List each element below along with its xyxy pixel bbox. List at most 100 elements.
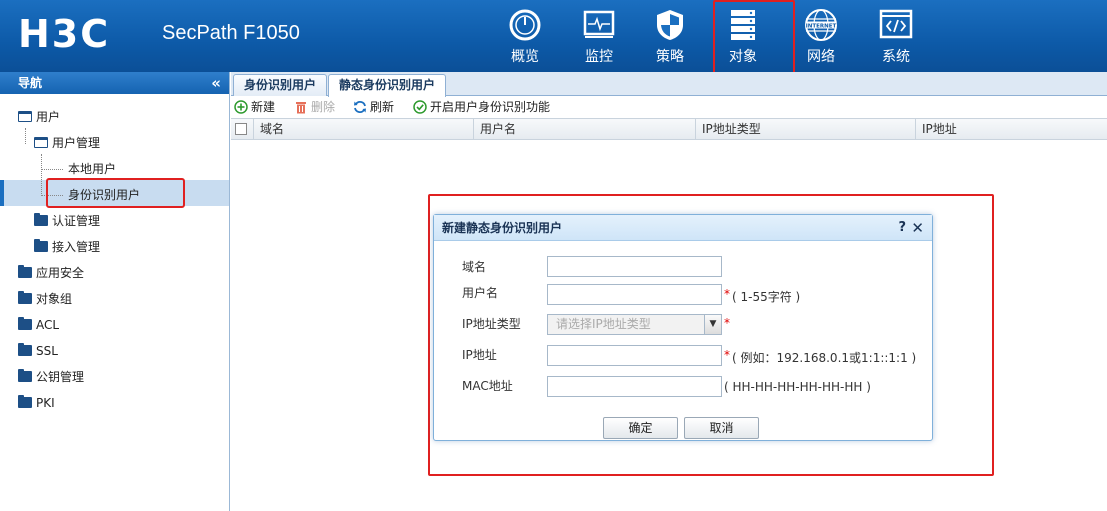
mac-hint: ( HH-HH-HH-HH-HH-HH ) <box>724 380 871 394</box>
column-username[interactable]: 用户名 <box>473 119 695 139</box>
delete-label: 删除 <box>311 100 336 114</box>
mac-input[interactable] <box>547 376 722 397</box>
enable-identity-label: 开启用户身份识别功能 <box>430 100 551 114</box>
sidebar-item-label: 接入管理 <box>52 240 101 254</box>
nav-system[interactable]: 系统 <box>866 8 926 68</box>
main-content: 身份识别用户 静态身份识别用户 新建 删除 刷新 开启用户身份识别功能 域名 用… <box>231 72 1107 511</box>
trash-icon <box>296 102 306 114</box>
sidebar-title: 导航 <box>18 76 43 90</box>
new-button[interactable]: 新建 <box>234 96 275 118</box>
tab-bar: 身份识别用户 静态身份识别用户 <box>231 72 1107 97</box>
mac-label: MAC地址 <box>462 379 513 393</box>
select-all-checkbox[interactable] <box>235 123 247 135</box>
sidebar: 导航 « 用户 用户管理 本地用户 身份识别用户 认证管理 接入管理 应用安全 … <box>0 72 230 511</box>
ip-type-label: IP地址类型 <box>462 317 521 331</box>
dialog-title-bar: 新建静态身份识别用户 ? ✕ <box>434 215 932 241</box>
enable-identity-button[interactable]: 开启用户身份识别功能 <box>413 96 550 118</box>
tab-identity-user[interactable]: 身份识别用户 <box>233 74 328 96</box>
refresh-icon <box>354 101 366 113</box>
plus-circle-icon <box>234 100 248 114</box>
folder-icon <box>18 291 32 304</box>
sidebar-item-label: ACL <box>36 318 60 332</box>
refresh-label: 刷新 <box>370 100 395 114</box>
required-mark: * <box>724 287 730 301</box>
sidebar-item-pki[interactable]: PKI <box>18 392 55 414</box>
dialog-title: 新建静态身份识别用户 <box>442 221 563 235</box>
folder-open-icon <box>34 137 48 148</box>
ip-address-label: IP地址 <box>462 348 497 362</box>
folder-icon <box>18 343 32 356</box>
username-label: 用户名 <box>462 286 499 300</box>
nav-overview[interactable]: 概览 <box>495 8 555 68</box>
sidebar-item-app-security[interactable]: 应用安全 <box>18 262 84 284</box>
nav-network[interactable]: INTERNET 网络 <box>791 8 851 68</box>
svg-text:INTERNET: INTERNET <box>806 24 837 30</box>
folder-icon <box>18 317 32 330</box>
folder-icon <box>18 369 32 382</box>
new-static-identity-user-dialog: 新建静态身份识别用户 ? ✕ 域名 用户名 * ( 1-55字符 ) IP地址类… <box>433 214 933 441</box>
username-hint: ( 1-55字符 ) <box>732 290 801 304</box>
check-circle-icon <box>413 100 427 114</box>
sidebar-header: 导航 « <box>0 72 229 94</box>
monitor-icon <box>583 10 615 38</box>
ok-button[interactable]: 确定 <box>603 417 678 439</box>
toolbar: 新建 删除 刷新 开启用户身份识别功能 <box>231 96 1107 118</box>
refresh-button[interactable]: 刷新 <box>353 96 394 118</box>
sidebar-item-public-key[interactable]: 公钥管理 <box>18 366 84 388</box>
nav-label: 系统 <box>882 49 910 65</box>
required-mark: * <box>724 348 730 362</box>
username-input[interactable] <box>547 284 722 305</box>
sidebar-item-label: 公钥管理 <box>36 370 85 384</box>
shield-icon <box>657 10 683 40</box>
nav-label: 概览 <box>511 49 539 65</box>
product-name: SecPath F1050 <box>162 22 300 44</box>
folder-icon <box>34 213 48 226</box>
sidebar-item-user[interactable]: 用户 <box>18 106 60 128</box>
column-domain[interactable]: 域名 <box>253 119 473 139</box>
code-window-icon <box>879 9 913 39</box>
sidebar-item-access-management[interactable]: 接入管理 <box>34 236 100 258</box>
domain-input[interactable] <box>547 256 722 277</box>
folder-icon <box>18 395 32 408</box>
new-label: 新建 <box>251 100 276 114</box>
sidebar-item-acl[interactable]: ACL <box>18 314 59 336</box>
sidebar-item-label: 应用安全 <box>36 266 85 280</box>
sidebar-item-auth-management[interactable]: 认证管理 <box>34 210 100 232</box>
ip-address-input[interactable] <box>547 345 722 366</box>
sidebar-item-label: 本地用户 <box>68 162 117 176</box>
ip-type-select[interactable]: 请选择IP地址类型 ▼ <box>547 314 722 335</box>
delete-button[interactable]: 删除 <box>294 96 335 118</box>
sidebar-item-object-group[interactable]: 对象组 <box>18 288 72 310</box>
sidebar-item-user-management[interactable]: 用户管理 <box>34 132 100 154</box>
h3c-logo: H3C <box>18 14 110 54</box>
svg-text:H3C: H3C <box>18 14 110 54</box>
gauge-icon <box>509 9 541 41</box>
chevron-down-icon[interactable]: ▼ <box>704 315 721 334</box>
tab-static-identity-user[interactable]: 静态身份识别用户 <box>328 74 447 97</box>
sidebar-highlight-box <box>46 178 185 208</box>
column-ip-address[interactable]: IP地址 <box>915 119 1107 139</box>
internet-globe-icon: INTERNET <box>805 9 837 41</box>
ip-type-placeholder: 请选择IP地址类型 <box>556 317 651 331</box>
sidebar-item-label: 认证管理 <box>52 214 101 228</box>
nav-monitor[interactable]: 监控 <box>569 8 629 68</box>
cancel-button[interactable]: 取消 <box>684 417 759 439</box>
ip-address-hint: ( 例如：192.168.0.1或1:1::1:1 ) <box>732 351 917 365</box>
nav-label: 监控 <box>585 49 613 65</box>
nav-label: 策略 <box>656 49 684 65</box>
sidebar-item-local-user[interactable]: 本地用户 <box>68 158 116 180</box>
folder-icon <box>34 239 48 252</box>
table-header: 域名 用户名 IP地址类型 IP地址 <box>231 118 1107 140</box>
folder-icon <box>18 265 32 278</box>
sidebar-item-label: SSL <box>36 344 58 358</box>
sidebar-item-label: 用户管理 <box>52 136 101 150</box>
sidebar-item-label: 用户 <box>36 110 61 124</box>
sidebar-item-label: PKI <box>36 396 55 410</box>
column-ip-type[interactable]: IP地址类型 <box>695 119 915 139</box>
nav-policy[interactable]: 策略 <box>640 8 700 68</box>
tree-connector <box>25 128 26 144</box>
help-icon[interactable]: ? <box>898 215 906 241</box>
close-icon[interactable]: ✕ <box>911 215 924 241</box>
sidebar-item-ssl[interactable]: SSL <box>18 340 58 362</box>
collapse-icon[interactable]: « <box>211 72 221 94</box>
